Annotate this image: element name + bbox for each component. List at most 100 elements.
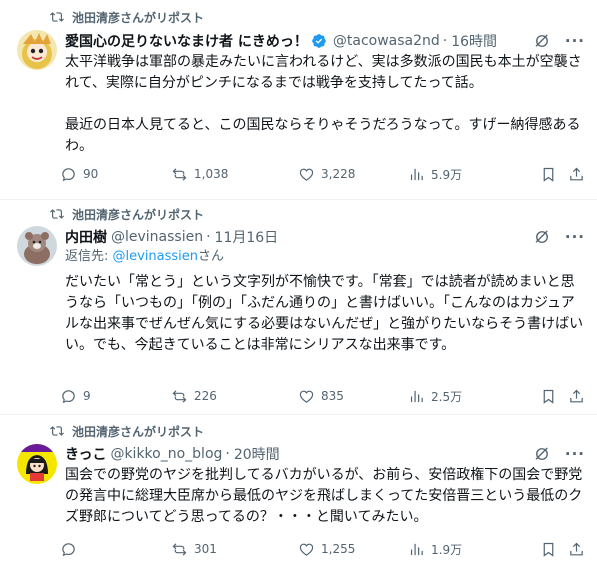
verified-badge-icon xyxy=(312,34,326,48)
reply-icon xyxy=(62,389,75,403)
action-bar: 90 1,038 3,228 5.9万 xyxy=(60,164,585,184)
timeline: 池田清彦さんがリポスト 愛国心の足りないなまけ者 にきめっ！ @tacowasa… xyxy=(0,0,597,568)
display-name[interactable]: 内田樹 xyxy=(65,227,107,247)
bookmark-icon xyxy=(543,542,554,557)
heart-icon xyxy=(299,543,314,556)
avatar-image xyxy=(17,226,57,266)
reply-to-suffix: さん xyxy=(198,249,225,264)
more-icon[interactable]: ··· xyxy=(565,228,585,246)
avatar-image xyxy=(17,30,57,70)
reply-to-line: 返信先: @levinassienさん xyxy=(65,247,224,267)
bookmark-icon xyxy=(543,389,554,404)
grok-icon[interactable] xyxy=(533,32,551,50)
separator-dot: · xyxy=(206,229,211,245)
view-count: 1.9万 xyxy=(431,542,463,557)
reply-button[interactable] xyxy=(60,541,83,558)
tweet[interactable]: 池田清彦さんがリポスト きっこ @kikko_no_blog · 20時間 ··… xyxy=(0,415,597,568)
repost-icon xyxy=(172,167,187,181)
tweet-text: 国会での野党のヤジを批判してるバカがいるが、お前ら、安倍政権下の国会で野党の発言… xyxy=(65,467,583,525)
reply-icon xyxy=(62,542,75,556)
like-button[interactable]: 3,228 xyxy=(298,166,355,183)
display-name[interactable]: きっこ xyxy=(65,444,106,464)
timestamp[interactable]: 11月16日 xyxy=(215,227,279,247)
views-button[interactable]: 5.9万 xyxy=(408,166,462,183)
more-icon[interactable]: ··· xyxy=(565,32,585,50)
timestamp[interactable]: 20時間 xyxy=(234,444,280,464)
grok-icon[interactable] xyxy=(533,228,551,246)
tweet-header: きっこ @kikko_no_blog · 20時間 ··· xyxy=(65,444,589,464)
repost-count: 301 xyxy=(194,542,217,556)
repost-label: 池田清彦さんがリポスト xyxy=(72,10,205,25)
repost-button[interactable]: 1,038 xyxy=(171,166,228,183)
share-icon xyxy=(570,542,583,555)
avatar-image xyxy=(17,444,57,484)
bookmark-icon xyxy=(543,167,554,182)
tweet-text: 太平洋戦争は軍部の暴走みたいに言われるけど、実は多数派の国民も本土が空襲されて、… xyxy=(65,54,582,154)
header-actions: ··· xyxy=(533,32,589,50)
views-button[interactable]: 2.5万 xyxy=(408,388,462,405)
view-count: 5.9万 xyxy=(431,167,463,182)
view-count: 2.5万 xyxy=(431,389,463,404)
tweet-header: 愛国心の足りないなまけ者 にきめっ！ @tacowasa2nd · 16時間 ·… xyxy=(65,31,589,51)
user-handle[interactable]: @tacowasa2nd xyxy=(333,33,440,49)
repost-count: 1,038 xyxy=(194,167,229,181)
header-actions: ··· xyxy=(533,228,589,246)
user-handle[interactable]: @levinassien xyxy=(111,229,203,245)
repost-indicator[interactable]: 池田清彦さんがリポスト xyxy=(50,8,204,26)
repost-label: 池田清彦さんがリポスト xyxy=(72,424,205,439)
timestamp[interactable]: 16時間 xyxy=(451,31,497,51)
bookmark-button[interactable] xyxy=(540,166,557,183)
share-button[interactable] xyxy=(568,541,585,558)
avatar[interactable] xyxy=(17,30,57,70)
like-count: 835 xyxy=(321,389,344,403)
tweet[interactable]: 池田清彦さんがリポスト 愛国心の足りないなまけ者 にきめっ！ @tacowasa… xyxy=(0,0,597,200)
share-icon xyxy=(570,389,583,402)
repost-count: 226 xyxy=(194,389,217,403)
share-button[interactable] xyxy=(568,388,585,405)
display-name[interactable]: 愛国心の足りないなまけ者 にきめっ！ xyxy=(65,31,308,51)
like-button[interactable]: 1,255 xyxy=(298,541,355,558)
reply-button[interactable]: 90 xyxy=(60,166,98,183)
like-count: 1,255 xyxy=(321,542,356,556)
repost-indicator[interactable]: 池田清彦さんがリポスト xyxy=(50,205,204,223)
avatar[interactable] xyxy=(17,226,57,266)
like-count: 3,228 xyxy=(321,167,356,181)
reply-count: 90 xyxy=(83,167,99,181)
grok-icon[interactable] xyxy=(533,445,551,463)
repost-icon xyxy=(50,12,64,22)
separator-dot: · xyxy=(225,446,230,462)
heart-icon xyxy=(299,168,314,181)
repost-icon xyxy=(172,542,187,556)
repost-indicator[interactable]: 池田清彦さんがリポスト xyxy=(50,422,204,440)
tweet[interactable]: 池田清彦さんがリポスト 内田樹 @levinassien · 11月16日 ··… xyxy=(0,200,597,415)
views-icon xyxy=(410,168,423,180)
action-bar: 301 1,255 1.9万 xyxy=(60,539,585,559)
reply-to-mention[interactable]: @levinassien xyxy=(113,249,199,264)
header-actions: ··· xyxy=(533,445,589,463)
repost-icon xyxy=(172,389,187,403)
reply-icon xyxy=(62,167,75,181)
views-button[interactable]: 1.9万 xyxy=(408,541,462,558)
separator-dot: · xyxy=(442,33,448,49)
repost-button[interactable]: 301 xyxy=(171,541,217,558)
reply-button[interactable]: 9 xyxy=(60,388,91,405)
user-handle[interactable]: @kikko_no_blog xyxy=(110,446,222,462)
repost-icon xyxy=(50,426,64,436)
action-bar: 9 226 835 2.5万 xyxy=(60,386,585,406)
bookmark-button[interactable] xyxy=(540,541,557,558)
tweet-text: だいたい「常とう」という文字列が不愉快です。「常套」では読者が読めまいと思うなら… xyxy=(65,274,584,353)
reply-count: 9 xyxy=(83,389,91,403)
repost-button[interactable]: 226 xyxy=(171,388,217,405)
reply-to-prefix: 返信先: xyxy=(65,249,113,264)
share-button[interactable] xyxy=(568,166,585,183)
more-icon[interactable]: ··· xyxy=(565,445,585,463)
heart-icon xyxy=(299,390,314,403)
repost-icon xyxy=(50,209,64,219)
avatar[interactable] xyxy=(17,444,57,484)
views-icon xyxy=(410,543,423,555)
views-icon xyxy=(410,390,423,402)
bookmark-button[interactable] xyxy=(540,388,557,405)
repost-label: 池田清彦さんがリポスト xyxy=(72,207,205,222)
like-button[interactable]: 835 xyxy=(298,388,344,405)
share-icon xyxy=(570,167,583,180)
